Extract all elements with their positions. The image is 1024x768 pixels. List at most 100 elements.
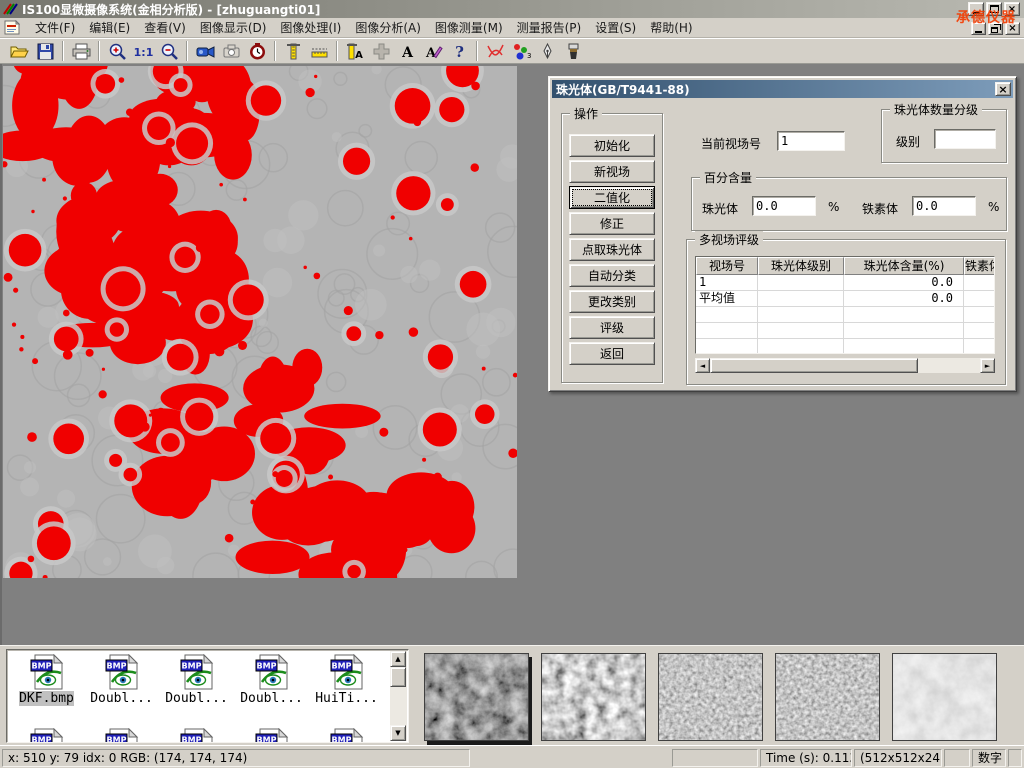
- thumbnail-1[interactable]: [424, 653, 529, 741]
- table-row[interactable]: 10.0: [696, 275, 994, 291]
- table-row[interactable]: [696, 307, 994, 323]
- dialog-close-icon[interactable]: ×: [995, 82, 1011, 96]
- current-field-input[interactable]: 1: [777, 131, 845, 151]
- file-name: Doubl...: [165, 691, 228, 706]
- one-to-one-icon[interactable]: 1:1: [130, 40, 156, 62]
- menu-item-10[interactable]: 帮助(H): [643, 17, 699, 38]
- pearlite-input[interactable]: 0.0: [752, 196, 816, 216]
- move-cross-icon[interactable]: [368, 40, 394, 62]
- window-title: IS100显微摄像系统(金相分析版) - [zhuguangti01]: [22, 1, 320, 18]
- print-icon[interactable]: [68, 40, 94, 62]
- scroll-down-icon[interactable]: ▼: [390, 725, 406, 741]
- file-item-partial[interactable]: BMP: [159, 728, 234, 743]
- table-row[interactable]: 平均值0.0: [696, 291, 994, 307]
- classify-dots-icon[interactable]: 3: [508, 40, 534, 62]
- file-list[interactable]: BMP DKF.bmp BMP Doubl... BMP Doubl... BM…: [6, 649, 409, 743]
- ferrite-input[interactable]: 0.0: [912, 196, 976, 216]
- table-hscrollbar[interactable]: ◄ ►: [695, 358, 995, 373]
- svg-text:BMP: BMP: [256, 662, 276, 671]
- vendor-watermark: 承德仪器: [956, 7, 1016, 27]
- time-status: Time (s): 0.113: [760, 749, 852, 767]
- table-row[interactable]: [696, 323, 994, 339]
- op-button-7[interactable]: 更改类别: [569, 290, 655, 313]
- menu-item-8[interactable]: 测量报告(P): [510, 17, 589, 38]
- thumbnail-3[interactable]: [658, 653, 763, 741]
- multi-field-group: 多视场评级 视场号珠光体级别珠光体含量(%)铁素体含量(%)10.0平均值0.0…: [686, 239, 1006, 385]
- op-button-4[interactable]: 修正: [569, 212, 655, 235]
- zoom-out-icon[interactable]: [156, 40, 182, 62]
- text-a-icon[interactable]: A: [394, 40, 420, 62]
- timer-clock-icon[interactable]: [244, 40, 270, 62]
- op-button-8[interactable]: 评级: [569, 316, 655, 339]
- application-window: { "window": { "title": "IS100显微摄像系统(金相分析…: [0, 0, 1024, 768]
- menu-item-4[interactable]: 图像显示(D): [193, 17, 274, 38]
- menu-item-3[interactable]: 查看(V): [137, 17, 193, 38]
- file-list-scrollbar[interactable]: ▲ ▼: [390, 651, 407, 741]
- vscroll-thumb[interactable]: [390, 667, 406, 687]
- table-row[interactable]: [696, 339, 994, 354]
- brush-tool-icon[interactable]: [560, 40, 586, 62]
- thumbnail-2[interactable]: [541, 653, 646, 741]
- save-icon[interactable]: [32, 40, 58, 62]
- percent-group-label: 百分含量: [700, 169, 756, 186]
- op-button-1[interactable]: 初始化: [569, 134, 655, 157]
- file-item-partial[interactable]: BMP: [84, 728, 159, 743]
- hscroll-thumb[interactable]: [710, 358, 918, 373]
- text-edit-icon[interactable]: A: [420, 40, 446, 62]
- op-button-3[interactable]: 二值化: [569, 186, 655, 209]
- metallographic-image[interactable]: [3, 66, 517, 578]
- photo-camera-icon[interactable]: [218, 40, 244, 62]
- file-item-2[interactable]: BMP Doubl...: [84, 654, 159, 706]
- dialog-title-bar[interactable]: 珠光体(GB/T9441-88) ×: [552, 80, 1013, 98]
- table-cell: [758, 323, 844, 339]
- menu-bar: 文件(F)编辑(E)查看(V)图像显示(D)图像处理(I)图像分析(A)图像测量…: [0, 18, 1024, 38]
- menu-item-7[interactable]: 图像测量(M): [428, 17, 510, 38]
- file-item-partial[interactable]: BMP: [234, 728, 309, 743]
- scroll-up-icon[interactable]: ▲: [390, 651, 406, 667]
- thumbnail-4[interactable]: [775, 653, 880, 741]
- empty-status-panel: [672, 749, 758, 767]
- status-bar: x: 510 y: 79 idx: 0 RGB: (174, 174, 174)…: [0, 745, 1024, 768]
- thumbnail-5[interactable]: [892, 653, 997, 741]
- file-item-partial[interactable]: BMP: [309, 728, 384, 743]
- table-cell: [844, 339, 964, 354]
- help-icon[interactable]: ?: [446, 40, 472, 62]
- file-item-5[interactable]: BMP HuiTi...: [309, 654, 384, 706]
- ferrite-unit: %: [988, 200, 999, 214]
- caliper-icon[interactable]: [280, 40, 306, 62]
- rating-table[interactable]: 视场号珠光体级别珠光体含量(%)铁素体含量(%)10.0平均值0.0: [695, 256, 995, 354]
- ruler-icon[interactable]: [306, 40, 332, 62]
- table-cell: [964, 339, 995, 354]
- menu-item-2[interactable]: 编辑(E): [82, 17, 137, 38]
- bottom-panel: BMP DKF.bmp BMP Doubl... BMP Doubl... BM…: [0, 645, 1024, 745]
- op-button-2[interactable]: 新视场: [569, 160, 655, 183]
- menu-item-5[interactable]: 图像处理(I): [273, 17, 348, 38]
- op-button-6[interactable]: 自动分类: [569, 264, 655, 287]
- op-button-5[interactable]: 点取珠光体: [569, 238, 655, 261]
- file-item-partial[interactable]: BMP: [9, 728, 84, 743]
- menu-item-1[interactable]: 文件(F): [28, 17, 82, 38]
- svg-text:BMP: BMP: [181, 736, 201, 744]
- mode-status: 数字: [972, 749, 1006, 767]
- scroll-right-icon[interactable]: ►: [980, 358, 995, 373]
- table-cell: 1: [696, 275, 758, 291]
- operation-group: 操作 初始化新视场二值化修正点取珠光体自动分类更改类别评级返回: [561, 113, 663, 383]
- open-folder-icon[interactable]: [6, 40, 32, 62]
- file-item-3[interactable]: BMP Doubl...: [159, 654, 234, 706]
- curve-tool-icon[interactable]: [482, 40, 508, 62]
- table-header-1: 视场号: [696, 257, 758, 275]
- scroll-left-icon[interactable]: ◄: [695, 358, 710, 373]
- menu-item-9[interactable]: 设置(S): [588, 17, 643, 38]
- table-cell: [758, 291, 844, 307]
- file-name: Doubl...: [240, 691, 303, 706]
- caliper-text-icon[interactable]: A: [342, 40, 368, 62]
- zoom-in-icon[interactable]: [104, 40, 130, 62]
- pen-tool-icon[interactable]: [534, 40, 560, 62]
- op-button-9[interactable]: 返回: [569, 342, 655, 365]
- menu-item-6[interactable]: 图像分析(A): [348, 17, 428, 38]
- svg-text:BMP: BMP: [331, 736, 351, 744]
- grade-input[interactable]: [934, 129, 996, 149]
- file-item-4[interactable]: BMP Doubl...: [234, 654, 309, 706]
- file-item-1[interactable]: BMP DKF.bmp: [9, 654, 84, 706]
- video-camera-icon[interactable]: [192, 40, 218, 62]
